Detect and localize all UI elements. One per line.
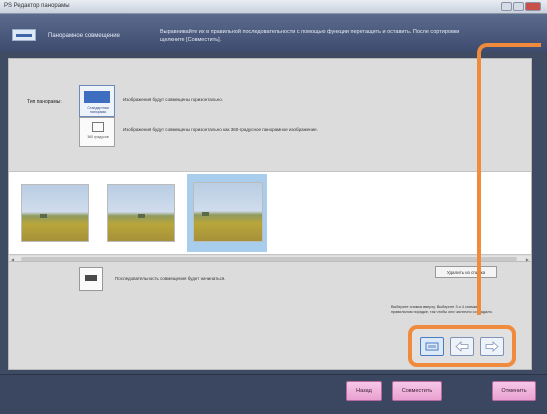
- minimize-button[interactable]: [501, 2, 512, 11]
- arrow-right-icon: [485, 341, 499, 352]
- window-title: PS Редактор панорамы: [4, 3, 70, 9]
- direction-button-right[interactable]: [480, 337, 504, 356]
- standard-panorama-button[interactable]: Стандартная панорама: [79, 85, 115, 117]
- stitch-button[interactable]: Совместить: [392, 381, 442, 401]
- thumbnail-image[interactable]: [21, 184, 89, 242]
- scrollbar-thumb[interactable]: [21, 257, 517, 261]
- tree-silhouette: [138, 214, 145, 218]
- panorama-360-description: Изображения будут совмещены горизонтальн…: [123, 127, 318, 132]
- panorama-type-label: Тип панорамы:: [27, 99, 62, 105]
- close-button[interactable]: [525, 2, 541, 11]
- standard-panorama-description: Изображения будут совмещены горизонтальн…: [123, 97, 223, 102]
- maximize-button[interactable]: [513, 2, 524, 11]
- footer-bar: Назад Совместить Отменить: [0, 374, 547, 414]
- sequence-glyph: [85, 275, 97, 281]
- panorama-window: PS Редактор панорамы Панорамное совмещен…: [0, 0, 547, 414]
- title-bar: PS Редактор панорамы: [0, 0, 547, 14]
- main-panel: Тип панорамы: Стандартная панорама Изобр…: [8, 58, 532, 370]
- callout-line: [477, 43, 541, 315]
- panorama-mode-icon: [12, 29, 36, 41]
- tree-silhouette: [40, 214, 47, 218]
- thumbnail-image-selected[interactable]: [193, 182, 263, 242]
- panorama-360-caption: 360 градусов: [87, 135, 109, 139]
- header-bar: Панорамное совмещение Выравнивайте их в …: [0, 14, 547, 52]
- frame-icon: [425, 342, 439, 351]
- tree-silhouette: [202, 212, 209, 216]
- instructions-text: Выравнивайте их в правильной последовате…: [160, 29, 460, 43]
- order-description: Последовательность совмещения будет начи…: [115, 276, 226, 281]
- thumbnail-scrollbar[interactable]: ◀ ▶: [9, 256, 531, 262]
- order-sequence-icon: [79, 267, 103, 291]
- direction-button-left[interactable]: [450, 337, 474, 356]
- direction-button-auto[interactable]: [420, 337, 444, 356]
- scroll-left-arrow-icon[interactable]: ◀: [11, 257, 14, 262]
- panorama-strip-icon: [84, 91, 110, 103]
- stitch-direction-group: [408, 325, 516, 367]
- standard-panorama-caption: Стандартная панорама: [87, 106, 109, 114]
- cancel-button[interactable]: Отменить: [492, 381, 536, 401]
- window-controls: [501, 2, 541, 11]
- panorama-360-icon: [92, 122, 104, 132]
- arrow-left-icon: [455, 341, 469, 352]
- thumbnail-image[interactable]: [107, 184, 175, 242]
- back-button[interactable]: Назад: [346, 381, 382, 401]
- mode-title: Панорамное совмещение: [48, 33, 120, 39]
- thumbnail-strip: ◀ ▶: [9, 171, 531, 262]
- panorama-360-button[interactable]: 360 градусов: [79, 117, 115, 147]
